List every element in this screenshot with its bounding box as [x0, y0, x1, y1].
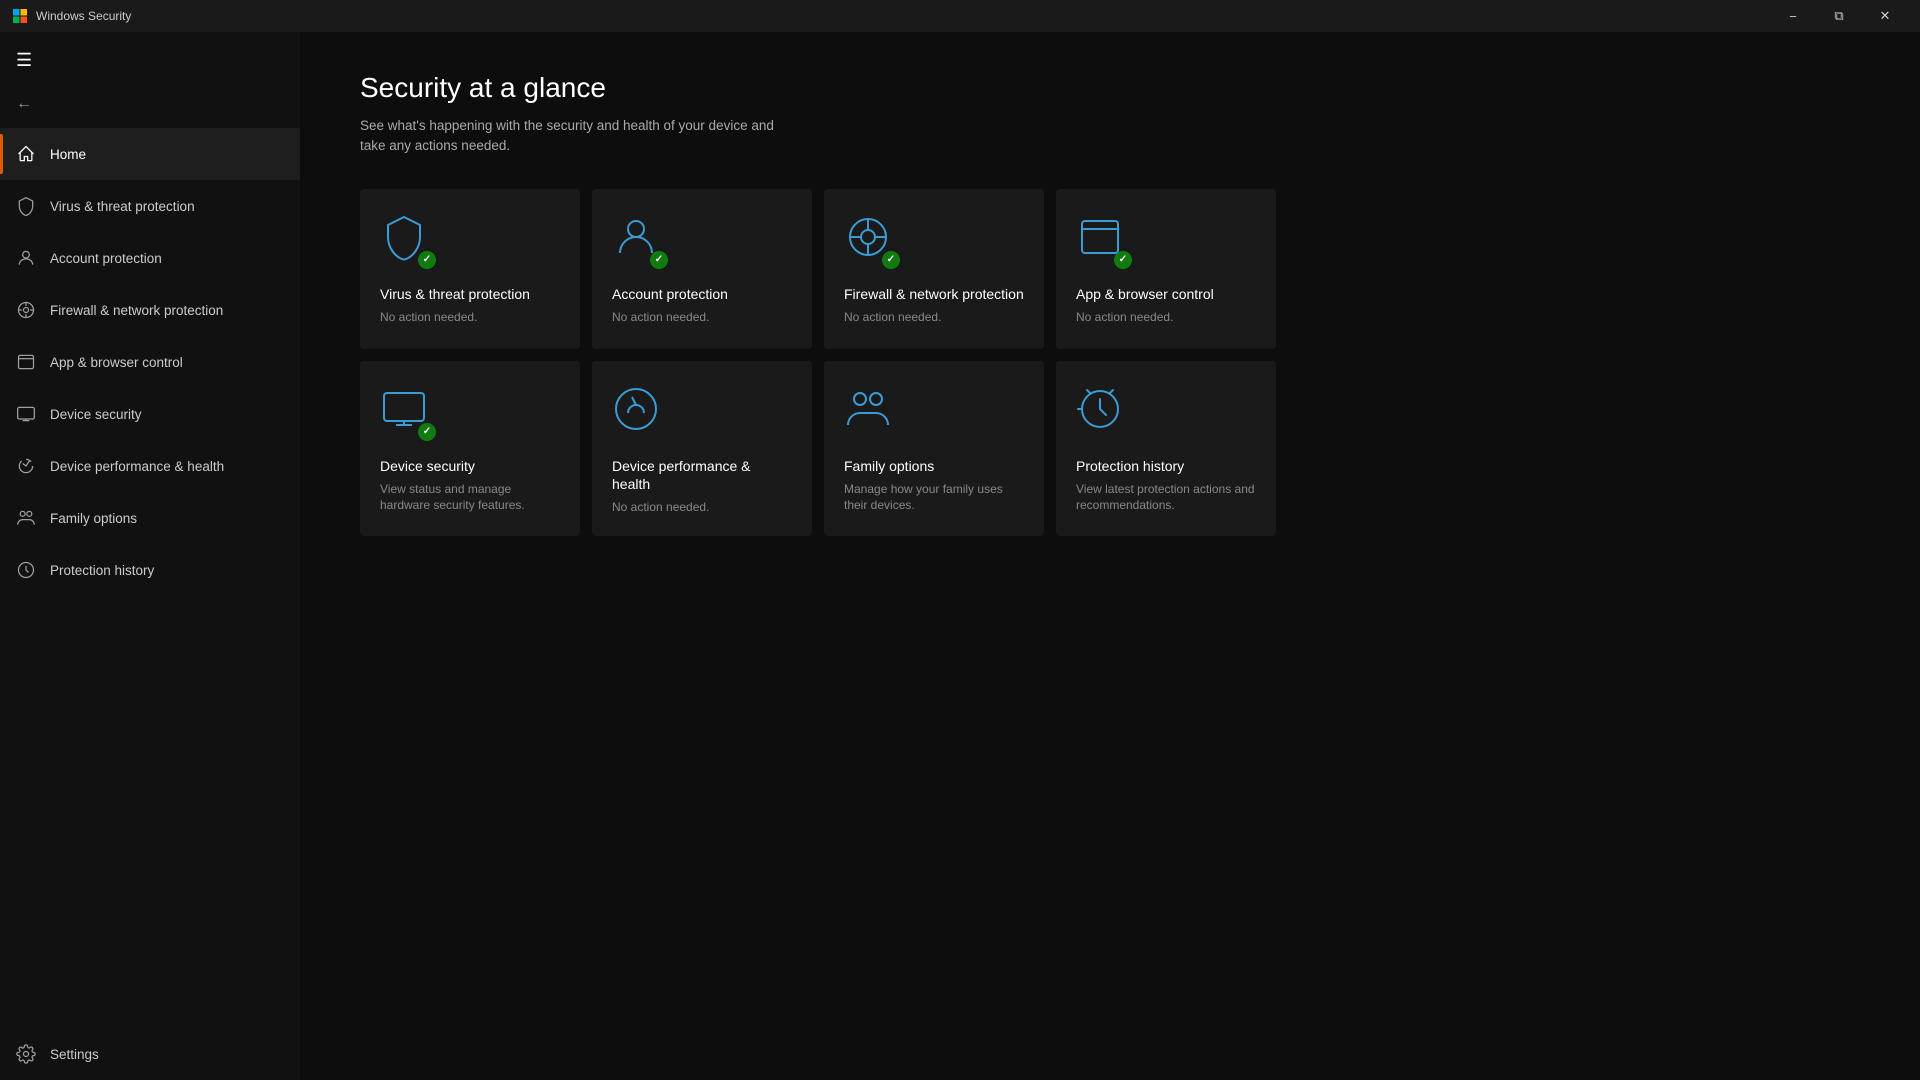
- back-button[interactable]: ←: [0, 84, 300, 124]
- page-title: Security at a glance: [360, 72, 1860, 104]
- main-content: Security at a glance See what's happenin…: [300, 32, 1920, 1080]
- family-options-icon: [844, 385, 892, 433]
- sidebar: ☰ ← Home Virus & threat protection Accou…: [0, 32, 300, 1080]
- sidebar-item-account-label: Account protection: [50, 251, 162, 266]
- device-security-icon: [16, 404, 36, 424]
- card-device-security-icon-wrap: [380, 385, 436, 441]
- sidebar-item-firewall[interactable]: Firewall & network protection: [0, 284, 300, 336]
- sidebar-item-firewall-label: Firewall & network protection: [50, 303, 223, 318]
- close-button[interactable]: ✕: [1862, 0, 1908, 32]
- card-account-desc: No action needed.: [612, 309, 792, 326]
- account-icon: [16, 248, 36, 268]
- card-device-security[interactable]: Device security View status and manage h…: [360, 361, 580, 536]
- sidebar-item-home-label: Home: [50, 147, 86, 162]
- protection-history-icon: [1076, 385, 1124, 433]
- sidebar-item-family[interactable]: Family options: [0, 492, 300, 544]
- sidebar-item-settings[interactable]: Settings: [0, 1028, 300, 1080]
- card-account-title: Account protection: [612, 285, 792, 303]
- card-app-browser-icon-wrap: [1076, 213, 1132, 269]
- sidebar-item-device-security-label: Device security: [50, 407, 142, 422]
- sidebar-item-settings-label: Settings: [50, 1047, 99, 1062]
- shield-icon: [16, 196, 36, 216]
- device-security-check-badge: [418, 423, 436, 441]
- card-device-security-title: Device security: [380, 457, 560, 475]
- restore-button[interactable]: ⧉: [1816, 0, 1862, 32]
- firewall-check-badge: [882, 251, 900, 269]
- home-icon: [16, 144, 36, 164]
- sidebar-item-virus[interactable]: Virus & threat protection: [0, 180, 300, 232]
- app-icon: [12, 8, 28, 24]
- card-virus[interactable]: Virus & threat protection No action need…: [360, 189, 580, 349]
- card-family-desc: Manage how your family uses their device…: [844, 481, 1024, 515]
- sidebar-item-protection-history-label: Protection history: [50, 563, 154, 578]
- card-account[interactable]: Account protection No action needed.: [592, 189, 812, 349]
- history-icon: [16, 560, 36, 580]
- hamburger-icon[interactable]: ☰: [16, 50, 32, 71]
- card-app-browser[interactable]: App & browser control No action needed.: [1056, 189, 1276, 349]
- browser-icon: [16, 352, 36, 372]
- window-controls: − ⧉ ✕: [1770, 0, 1908, 32]
- card-protection-history-title: Protection history: [1076, 457, 1256, 475]
- family-icon: [16, 508, 36, 528]
- card-app-browser-title: App & browser control: [1076, 285, 1256, 303]
- page-subtitle: See what's happening with the security a…: [360, 116, 780, 157]
- card-family-icon-wrap: [844, 385, 900, 441]
- sidebar-top: ☰: [0, 36, 300, 84]
- card-device-performance[interactable]: Device performance & health No action ne…: [592, 361, 812, 536]
- sidebar-item-protection-history[interactable]: Protection history: [0, 544, 300, 596]
- card-app-browser-desc: No action needed.: [1076, 309, 1256, 326]
- virus-check-badge: [418, 251, 436, 269]
- sidebar-item-account[interactable]: Account protection: [0, 232, 300, 284]
- performance-icon: [16, 456, 36, 476]
- minimize-button[interactable]: −: [1770, 0, 1816, 32]
- card-family[interactable]: Family options Manage how your family us…: [824, 361, 1044, 536]
- title-bar: Windows Security − ⧉ ✕: [0, 0, 1920, 32]
- app-body: ☰ ← Home Virus & threat protection Accou…: [0, 32, 1920, 1080]
- sidebar-item-home[interactable]: Home: [0, 128, 300, 180]
- card-protection-history-desc: View latest protection actions and recom…: [1076, 481, 1256, 515]
- card-firewall-title: Firewall & network protection: [844, 285, 1024, 303]
- card-account-icon-wrap: [612, 213, 668, 269]
- sidebar-item-family-label: Family options: [50, 511, 137, 526]
- cards-grid: Virus & threat protection No action need…: [360, 189, 1860, 536]
- card-firewall-icon-wrap: [844, 213, 900, 269]
- back-icon: ←: [16, 95, 32, 113]
- card-virus-title: Virus & threat protection: [380, 285, 560, 303]
- card-device-performance-icon-wrap: [612, 385, 668, 441]
- card-firewall[interactable]: Firewall & network protection No action …: [824, 189, 1044, 349]
- app-browser-check-badge: [1114, 251, 1132, 269]
- card-family-title: Family options: [844, 457, 1024, 475]
- device-performance-icon: [612, 385, 660, 433]
- sidebar-item-app-browser-label: App & browser control: [50, 355, 183, 370]
- card-device-performance-desc: No action needed.: [612, 499, 792, 516]
- card-device-security-desc: View status and manage hardware security…: [380, 481, 560, 515]
- card-protection-history-icon-wrap: [1076, 385, 1132, 441]
- card-virus-icon-wrap: [380, 213, 436, 269]
- sidebar-item-app-browser[interactable]: App & browser control: [0, 336, 300, 388]
- sidebar-item-device-performance[interactable]: Device performance & health: [0, 440, 300, 492]
- sidebar-item-virus-label: Virus & threat protection: [50, 199, 195, 214]
- card-protection-history[interactable]: Protection history View latest protectio…: [1056, 361, 1276, 536]
- sidebar-item-device-performance-label: Device performance & health: [50, 459, 224, 474]
- settings-icon: [16, 1044, 36, 1064]
- account-check-badge: [650, 251, 668, 269]
- firewall-icon: [16, 300, 36, 320]
- card-device-performance-title: Device performance & health: [612, 457, 792, 493]
- card-firewall-desc: No action needed.: [844, 309, 1024, 326]
- window-title: Windows Security: [36, 9, 131, 23]
- sidebar-item-device-security[interactable]: Device security: [0, 388, 300, 440]
- card-virus-desc: No action needed.: [380, 309, 560, 326]
